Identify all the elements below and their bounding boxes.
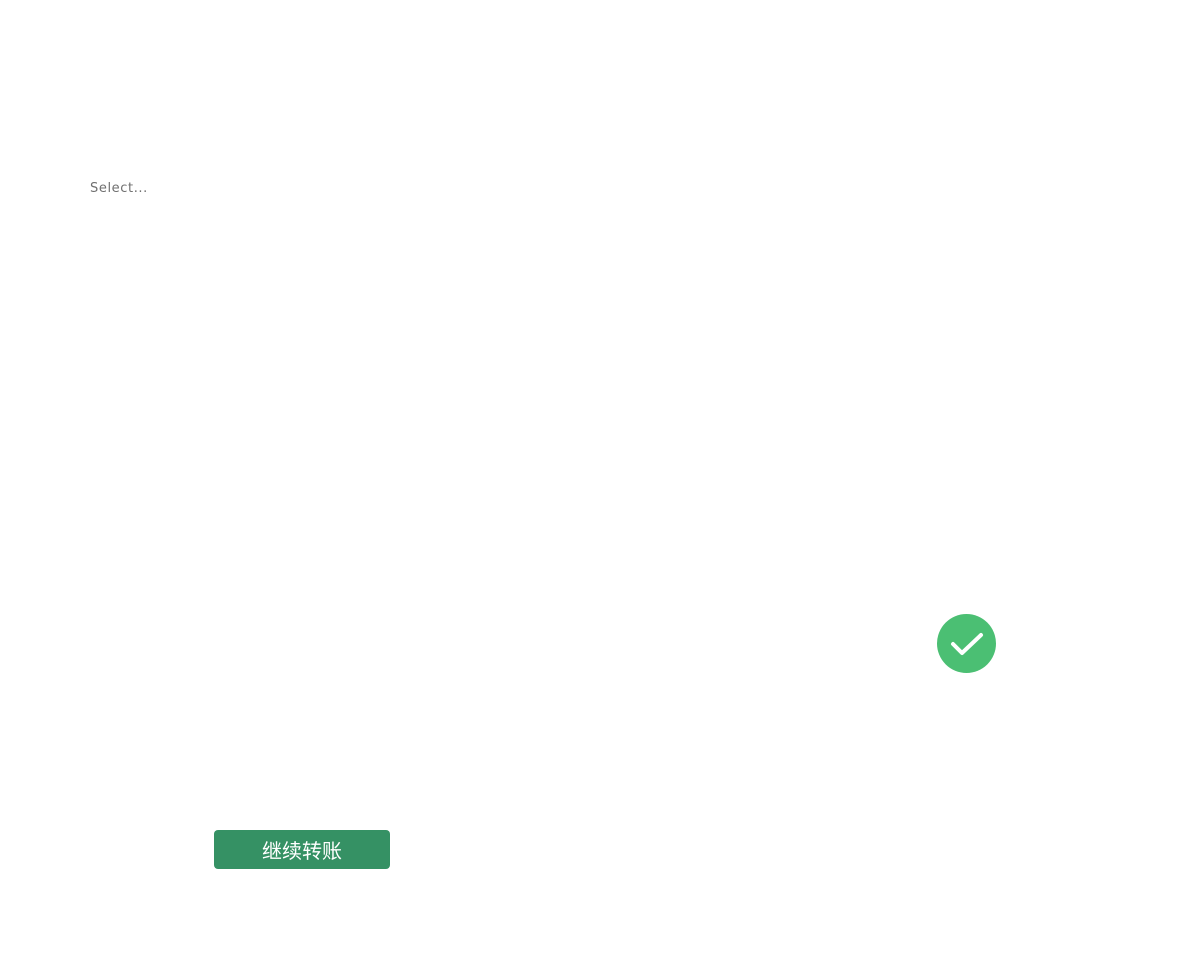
continue-transfer-button[interactable]: 继续转账 [214, 830, 390, 869]
checkmark-icon [950, 632, 983, 655]
continue-transfer-label: 继续转账 [262, 839, 342, 863]
select-placeholder-text: Select... [90, 181, 148, 196]
account-select[interactable]: Select... [90, 181, 148, 196]
success-checkmark-icon [937, 614, 996, 673]
